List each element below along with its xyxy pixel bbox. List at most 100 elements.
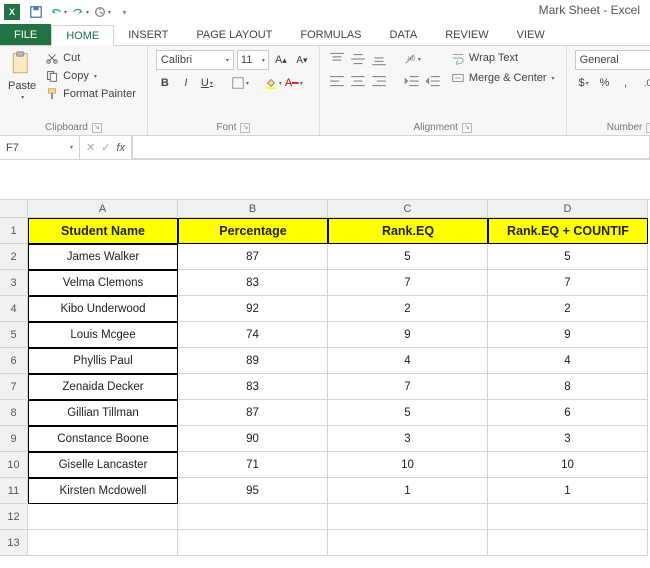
cell-b7[interactable]: 83 (178, 374, 328, 400)
cell-d3[interactable]: 7 (488, 270, 648, 296)
row-header-8[interactable]: 8 (0, 400, 28, 426)
enter-formula-icon[interactable]: ✓ (101, 141, 110, 154)
cell-d10[interactable]: 10 (488, 452, 648, 478)
row-header-10[interactable]: 10 (0, 452, 28, 478)
cell-a3[interactable]: Velma Clemons (28, 270, 178, 296)
row-header-4[interactable]: 4 (0, 296, 28, 322)
redo-icon[interactable]: ▾ (70, 3, 90, 21)
font-dialog-icon[interactable]: ↘ (240, 123, 250, 133)
cell-b1[interactable]: Percentage (178, 218, 328, 244)
name-box[interactable]: F7▾ (0, 136, 80, 159)
cell-a7[interactable]: Zenaida Decker (28, 374, 178, 400)
increase-font-icon[interactable]: A▴ (272, 51, 290, 69)
fx-icon[interactable]: fx (116, 142, 125, 154)
cell-b6[interactable]: 89 (178, 348, 328, 374)
row-header-9[interactable]: 9 (0, 426, 28, 452)
row-header-7[interactable]: 7 (0, 374, 28, 400)
cell-c8[interactable]: 5 (328, 400, 488, 426)
col-header-b[interactable]: B (178, 200, 328, 218)
cell-b3[interactable]: 83 (178, 270, 328, 296)
cell-d9[interactable]: 3 (488, 426, 648, 452)
fill-color-button[interactable]: ▾ (264, 74, 282, 92)
cell-b9[interactable]: 90 (178, 426, 328, 452)
cell-empty-13-0[interactable] (28, 530, 178, 556)
col-header-d[interactable]: D (488, 200, 648, 218)
cell-empty-13-1[interactable] (178, 530, 328, 556)
cell-d1[interactable]: Rank.EQ + COUNTIF (488, 218, 648, 244)
cell-b2[interactable]: 87 (178, 244, 328, 270)
align-middle-icon[interactable] (349, 50, 367, 68)
select-all-corner[interactable] (0, 200, 28, 218)
cell-a1[interactable]: Student Name (28, 218, 178, 244)
tab-formulas[interactable]: FORMULAS (286, 24, 375, 45)
formula-bar[interactable] (132, 135, 650, 159)
decrease-indent-icon[interactable] (403, 72, 421, 90)
row-header-5[interactable]: 5 (0, 322, 28, 348)
row-header-6[interactable]: 6 (0, 348, 28, 374)
number-format-select[interactable]: General▾ (575, 50, 650, 70)
bold-button[interactable]: B (156, 74, 174, 92)
cell-c1[interactable]: Rank.EQ (328, 218, 488, 244)
row-header-3[interactable]: 3 (0, 270, 28, 296)
font-name-select[interactable]: Calibri▾ (156, 50, 234, 70)
align-top-icon[interactable] (328, 50, 346, 68)
comma-format-button[interactable]: , (617, 74, 635, 92)
qat-customize-icon[interactable]: ▾ (114, 3, 134, 21)
italic-button[interactable]: I (177, 74, 195, 92)
orientation-icon[interactable]: ab▾ (403, 50, 421, 68)
cell-a9[interactable]: Constance Boone (28, 426, 178, 452)
cell-c10[interactable]: 10 (328, 452, 488, 478)
cell-d8[interactable]: 6 (488, 400, 648, 426)
format-painter-button[interactable]: Format Painter (42, 86, 139, 102)
font-size-select[interactable]: 11▾ (237, 50, 269, 70)
align-right-icon[interactable] (370, 72, 388, 90)
wrap-text-button[interactable]: Wrap Text (448, 50, 558, 66)
save-icon[interactable] (26, 3, 46, 21)
cut-button[interactable]: Cut (42, 50, 139, 66)
tab-view[interactable]: VIEW (503, 24, 559, 45)
cell-d5[interactable]: 9 (488, 322, 648, 348)
tab-file[interactable]: FILE (0, 24, 51, 45)
cell-b4[interactable]: 92 (178, 296, 328, 322)
cell-a5[interactable]: Louis Mcgee (28, 322, 178, 348)
row-header-1[interactable]: 1 (0, 218, 28, 244)
undo-icon[interactable]: ▾ (48, 3, 68, 21)
merge-center-button[interactable]: Merge & Center▾ (448, 70, 558, 86)
align-center-icon[interactable] (349, 72, 367, 90)
underline-button[interactable]: U▾ (198, 74, 216, 92)
cell-d4[interactable]: 2 (488, 296, 648, 322)
increase-indent-icon[interactable] (424, 72, 442, 90)
cell-b8[interactable]: 87 (178, 400, 328, 426)
cell-empty-12-2[interactable] (328, 504, 488, 530)
decrease-font-icon[interactable]: A▾ (293, 51, 311, 69)
touch-mode-icon[interactable]: ▾ (92, 3, 112, 21)
cell-c4[interactable]: 2 (328, 296, 488, 322)
row-header-12[interactable]: 12 (0, 504, 28, 530)
alignment-dialog-icon[interactable]: ↘ (462, 123, 472, 133)
cell-b10[interactable]: 71 (178, 452, 328, 478)
cell-empty-12-0[interactable] (28, 504, 178, 530)
cell-a6[interactable]: Phyllis Paul (28, 348, 178, 374)
tab-home[interactable]: HOME (51, 25, 114, 46)
tab-insert[interactable]: INSERT (114, 24, 182, 45)
col-header-c[interactable]: C (328, 200, 488, 218)
border-button[interactable]: ▾ (231, 74, 249, 92)
cell-a8[interactable]: Gillian Tillman (28, 400, 178, 426)
worksheet-grid[interactable]: A B C D 1 Student Name Percentage Rank.E… (0, 200, 650, 556)
tab-review[interactable]: REVIEW (431, 24, 502, 45)
col-header-a[interactable]: A (28, 200, 178, 218)
cell-c5[interactable]: 9 (328, 322, 488, 348)
cell-c11[interactable]: 1 (328, 478, 488, 504)
cell-d2[interactable]: 5 (488, 244, 648, 270)
cell-b11[interactable]: 95 (178, 478, 328, 504)
row-header-13[interactable]: 13 (0, 530, 28, 556)
tab-data[interactable]: DATA (376, 24, 432, 45)
cell-a11[interactable]: Kirsten Mcdowell (28, 478, 178, 504)
copy-button[interactable]: Copy▾ (42, 68, 139, 84)
cell-a10[interactable]: Giselle Lancaster (28, 452, 178, 478)
cell-c2[interactable]: 5 (328, 244, 488, 270)
cell-a4[interactable]: Kibo Underwood (28, 296, 178, 322)
cell-a2[interactable]: James Walker (28, 244, 178, 270)
cell-empty-13-3[interactable] (488, 530, 648, 556)
align-left-icon[interactable] (328, 72, 346, 90)
